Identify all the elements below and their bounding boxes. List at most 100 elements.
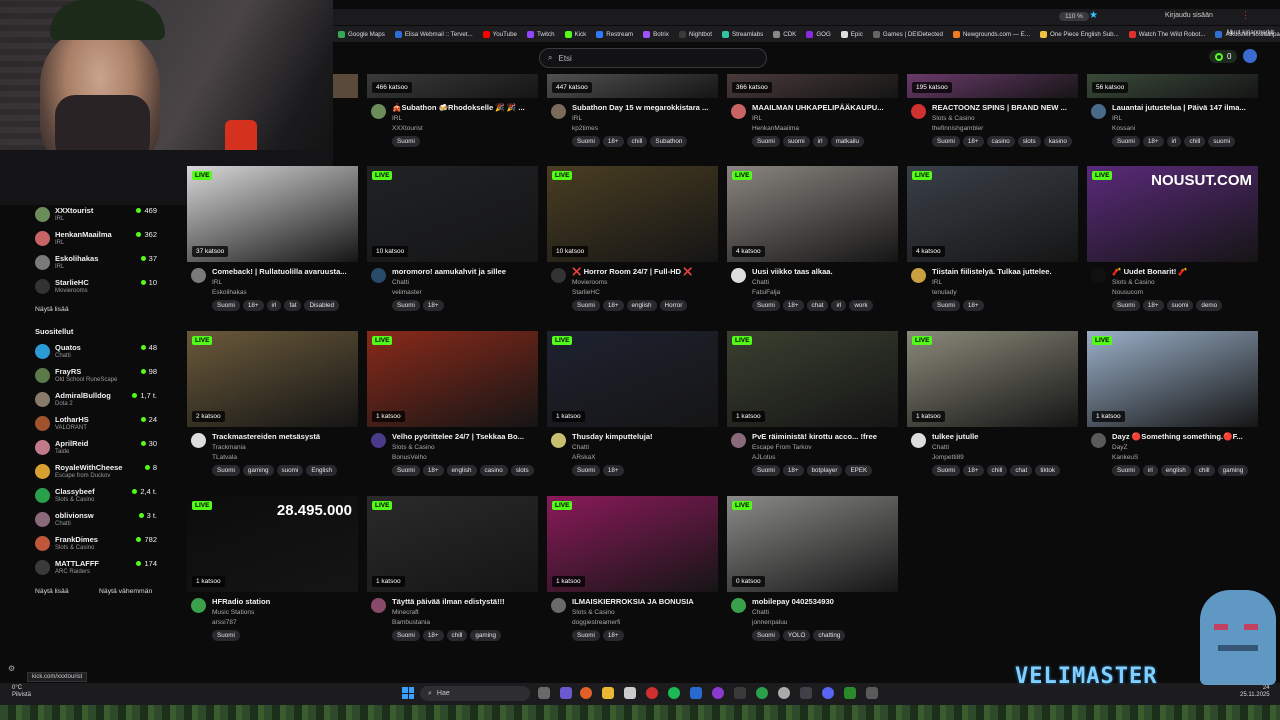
show-more-following[interactable]: Näytä lisää [35, 306, 69, 313]
channel-name[interactable]: StarlieHC [572, 289, 600, 296]
tag[interactable]: Suomi [212, 300, 240, 311]
channel-avatar[interactable] [371, 268, 386, 283]
tag[interactable]: chat [1010, 465, 1033, 476]
steam-icon[interactable] [690, 687, 702, 699]
channel-avatar[interactable] [731, 598, 746, 613]
channel-name[interactable]: kp2times [572, 125, 598, 132]
stream-title[interactable]: Thusday kimputteluja! [572, 432, 718, 441]
stream-card[interactable]: LIVE 4 katsoo Tiistain fiilistelyä. Tulkaa… [907, 166, 1078, 326]
stream-card[interactable]: LIVE 2 katsoo Trackmastereiden metsäsystä T… [187, 331, 358, 491]
tag[interactable]: 18+ [602, 300, 624, 311]
stream-thumbnail[interactable]: LIVE 1 katsoo [547, 331, 718, 427]
channel-name[interactable]: Kossani [1112, 125, 1135, 132]
tag[interactable]: irl [266, 300, 282, 311]
stream-card[interactable]: LIVE 4 katsoo Uusi viikko taas alkaa. Chatt… [727, 166, 898, 326]
task-view-icon[interactable] [538, 687, 550, 699]
tag[interactable]: slots [510, 465, 534, 476]
tag[interactable]: 18+ [782, 300, 804, 311]
stream-thumbnail[interactable]: 447 katsoo [547, 74, 718, 98]
channel-avatar[interactable] [911, 433, 926, 448]
channel-name[interactable]: ARskaX [572, 454, 595, 461]
stream-title[interactable]: Subathon Day 15 w megarokkistara ... [572, 103, 718, 112]
tag[interactable]: irl [1166, 136, 1182, 147]
sidebar-channel[interactable]: Quatos Chatti 48 [35, 342, 157, 364]
tag[interactable]: 18+ [1142, 300, 1164, 311]
stream-category[interactable]: Slots & Casino [572, 609, 615, 616]
sidebar-channel[interactable]: XXXtourist IRL 469 [35, 205, 157, 227]
stream-card[interactable]: LIVE 10 katsoo ❌ Horror Room 24/7 | Full-H… [547, 166, 718, 326]
stream-title[interactable]: mobilepay 0402534930 [752, 597, 898, 606]
stream-card[interactable]: LIVE 1 katsoo ILMAISKIERROKSIA JA BONUSIA S… [547, 496, 718, 656]
stream-thumbnail[interactable]: LIVE NOUSUT.COM [1087, 166, 1258, 262]
stream-thumbnail[interactable]: LIVE 2 katsoo [187, 331, 358, 427]
stream-category[interactable]: IRL [392, 115, 402, 122]
tag[interactable]: Disabled [304, 300, 339, 311]
stream-category[interactable]: Minecraft [392, 609, 419, 616]
stream-title[interactable]: moromoro! aamukahvit ja sillee [392, 267, 538, 276]
tag[interactable]: suomi [276, 465, 304, 476]
stream-card[interactable]: 56 katsoo Lauantai jutustelua | Päivä 147… [1087, 2, 1258, 162]
stream-category[interactable]: IRL [932, 279, 942, 286]
tag[interactable]: irl [1142, 465, 1158, 476]
obs-icon[interactable] [712, 687, 724, 699]
show-more-recommended[interactable]: Näytä lisää [35, 588, 69, 595]
tag[interactable]: chat [806, 300, 829, 311]
channel-name[interactable]: jonnenpaluu [752, 619, 787, 626]
file-explorer-icon[interactable] [602, 687, 614, 699]
app-icon-terminal[interactable] [866, 687, 878, 699]
channel-name[interactable]: Nousucom [1112, 289, 1143, 296]
tag[interactable]: 18+ [962, 465, 984, 476]
stream-title[interactable]: Tiistain fiilistelyä. Tulkaa juttelee. [932, 267, 1078, 276]
tag[interactable]: suomi [1208, 136, 1236, 147]
stream-thumbnail[interactable]: LIVE 28.495.000 1 katsoo [187, 496, 358, 592]
xbox-icon[interactable] [756, 687, 768, 699]
sidebar-channel[interactable]: oblivionsw Chatti 3 t. [35, 510, 157, 532]
tag[interactable]: irl [812, 136, 828, 147]
tag[interactable]: Suomi [1112, 136, 1140, 147]
tag[interactable]: slots [1017, 136, 1041, 147]
stream-card[interactable]: LIVE 1 katsoo Velho pyörittelee 24/7 | Tse… [367, 331, 538, 491]
stream-thumbnail[interactable]: LIVE 4 katsoo [907, 166, 1078, 262]
tag[interactable]: chatting [813, 630, 846, 641]
stream-thumbnail[interactable]: 466 katsoo [367, 74, 538, 98]
stream-category[interactable]: Chatti [752, 279, 769, 286]
store-icon[interactable] [624, 687, 636, 699]
stream-card[interactable]: LIVE 37 katsoo Comeback! | Rullatuolilla a… [187, 166, 358, 326]
tag[interactable]: matkailu [830, 136, 865, 147]
stream-thumbnail[interactable]: LIVE 1 katsoo [727, 331, 898, 427]
stream-thumbnail[interactable]: LIVE 4 katsoo [727, 166, 898, 262]
stream-category[interactable]: DayZ [1112, 444, 1128, 451]
channel-name[interactable]: thefinnishgambler [932, 125, 983, 132]
channel-avatar[interactable] [1091, 104, 1106, 119]
tag[interactable]: work [849, 300, 873, 311]
stream-category[interactable]: IRL [752, 115, 762, 122]
app-icon-green[interactable] [844, 687, 856, 699]
tag[interactable]: Suomi [752, 465, 780, 476]
tag[interactable]: casino [479, 465, 508, 476]
channel-avatar[interactable] [371, 433, 386, 448]
stream-category[interactable]: Chatti [752, 609, 769, 616]
tag[interactable]: chill [1193, 465, 1215, 476]
stream-thumbnail[interactable]: 56 katsoo [1087, 74, 1258, 98]
channel-name[interactable]: FatsiFalja [752, 289, 780, 296]
stream-thumbnail[interactable]: 366 katsoo [727, 74, 898, 98]
stream-category[interactable]: Slots & Casino [932, 115, 975, 122]
stream-title[interactable]: Comeback! | Rullatuolilla avaruusta... [212, 267, 358, 276]
start-icon[interactable] [402, 687, 414, 699]
firefox-icon[interactable] [580, 687, 592, 699]
channel-avatar[interactable] [551, 598, 566, 613]
channel-avatar[interactable] [731, 433, 746, 448]
tag[interactable]: demo [1196, 300, 1223, 311]
tag[interactable]: fat [284, 300, 302, 311]
tag[interactable]: 18+ [422, 630, 444, 641]
taskbar-search[interactable]: ⌕ Hae [420, 686, 530, 701]
tag[interactable]: Suomi [392, 630, 420, 641]
stream-thumbnail[interactable]: LIVE 1 katsoo [1087, 331, 1258, 427]
stream-card[interactable]: LIVE NOUSUT.COM 🧨 Uudet Bonarit! 🧨 Slots & … [1087, 166, 1258, 326]
sidebar-channel[interactable]: RoyaleWithCheese Escape from Duckov 8 [35, 462, 157, 484]
stream-thumbnail[interactable]: LIVE 1 katsoo [367, 496, 538, 592]
channel-avatar[interactable] [551, 433, 566, 448]
sidebar-channel[interactable]: MATTLAFFF ARC Raiders 174 [35, 558, 157, 580]
tag[interactable]: chill [446, 630, 468, 641]
stream-card[interactable]: LIVE 10 katsoo moromoro! aamukahvit ja sil… [367, 166, 538, 326]
